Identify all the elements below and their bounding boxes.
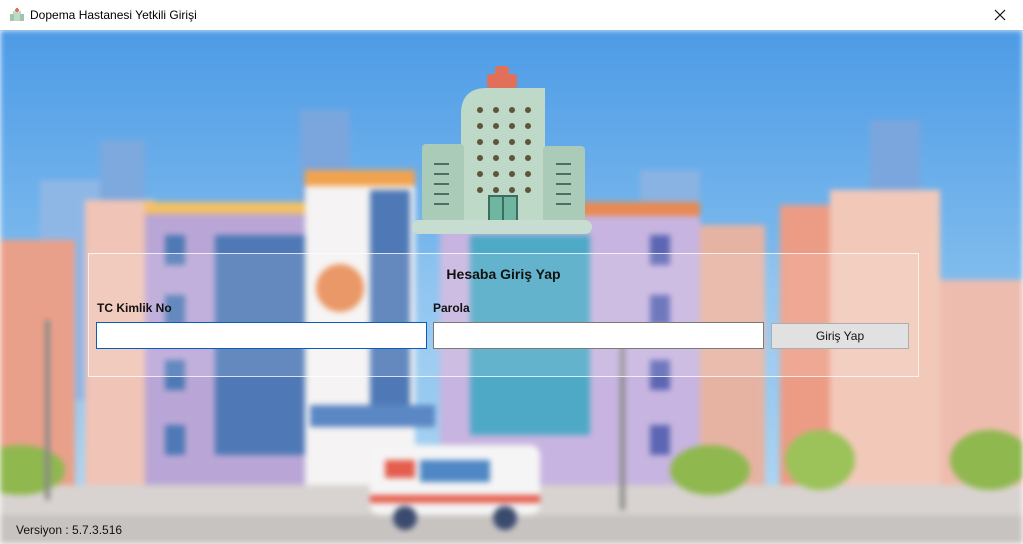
hospital-logo bbox=[412, 66, 592, 234]
window-title: Dopema Hastanesi Yetkili Girişi bbox=[30, 8, 197, 22]
close-icon bbox=[994, 9, 1006, 21]
tc-kimlik-label: TC Kimlik No bbox=[97, 301, 172, 315]
login-heading: Hesaba Giriş Yap bbox=[446, 266, 561, 282]
password-label: Parola bbox=[433, 301, 470, 315]
login-panel: Hesaba Giriş Yap TC Kimlik No Parola Gir… bbox=[88, 253, 919, 377]
tc-kimlik-input[interactable] bbox=[96, 322, 427, 349]
close-button[interactable] bbox=[977, 0, 1023, 30]
login-button[interactable]: Giriş Yap bbox=[771, 323, 909, 349]
title-bar: Dopema Hastanesi Yetkili Girişi bbox=[0, 0, 1023, 31]
password-input[interactable] bbox=[433, 322, 764, 349]
version-label: Versiyon : 5.7.3.516 bbox=[16, 523, 123, 537]
hospital-icon bbox=[10, 8, 24, 21]
